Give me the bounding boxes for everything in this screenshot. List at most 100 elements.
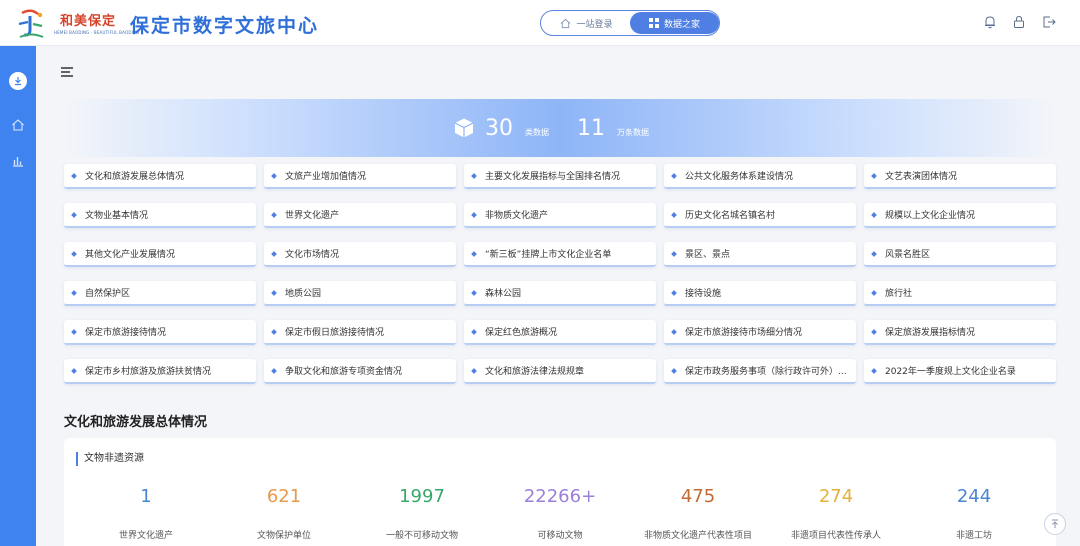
- bell-icon[interactable]: [983, 15, 997, 29]
- category-card[interactable]: 文化和旅游法律法规规章: [464, 359, 656, 384]
- category-card[interactable]: 旅行社: [864, 281, 1056, 306]
- category-card[interactable]: 世界文化遗产: [264, 203, 456, 228]
- metric-item[interactable]: 244 非遗工坊: [904, 486, 1044, 541]
- category-card-label: 风景名胜区: [885, 250, 931, 260]
- category-card-label: 保定红色旅游概况: [485, 328, 558, 338]
- metric-item[interactable]: 621 文物保护单位: [214, 486, 354, 541]
- logout-icon[interactable]: [1042, 15, 1056, 29]
- category-card-label: 文化和旅游法律法规规章: [485, 367, 585, 377]
- diamond-bullet-icon: [871, 328, 877, 335]
- metric-label: 世界文化遗产: [118, 531, 173, 541]
- category-card[interactable]: 保定市旅游接待情况: [64, 320, 256, 345]
- category-card[interactable]: 历史文化名城名镇名村: [664, 203, 856, 228]
- diamond-bullet-icon: [871, 289, 877, 296]
- arrow-up-icon: [1052, 519, 1058, 528]
- metric-value: 1: [140, 486, 152, 507]
- sidebar-chart-icon[interactable]: [11, 154, 25, 168]
- category-card-label: 森林公园: [485, 289, 522, 299]
- sidebar-home-icon[interactable]: [11, 118, 25, 132]
- diamond-bullet-icon: [671, 250, 677, 257]
- category-card-label: 文物业基本情况: [85, 211, 149, 221]
- logo-text: 和美保定: [60, 14, 117, 29]
- category-card-label: 文化和旅游发展总体情况: [85, 172, 185, 182]
- category-card-label: 保定市乡村旅游及旅游扶贫情况: [85, 367, 212, 377]
- metric-item[interactable]: 1997 一般不可移动文物: [352, 486, 492, 541]
- category-card[interactable]: 争取文化和旅游专项资金情况: [264, 359, 456, 384]
- category-card[interactable]: 保定市乡村旅游及旅游扶贫情况: [64, 359, 256, 384]
- metric-label: 非物质文化遗产代表性项目: [643, 531, 752, 541]
- category-card[interactable]: 保定市政务服务事项（除行政许可外）...: [664, 359, 856, 384]
- metric-item[interactable]: 22266+ 可移动文物: [490, 486, 630, 541]
- category-card[interactable]: 文化市场情况: [264, 242, 456, 267]
- category-card-label: 保定市旅游接待情况: [85, 328, 167, 338]
- metric-item[interactable]: 274 非遗项目代表性传承人: [766, 486, 906, 541]
- diamond-bullet-icon: [871, 172, 877, 179]
- category-card[interactable]: 自然保护区: [64, 281, 256, 306]
- back-to-top-button[interactable]: [1044, 513, 1066, 535]
- diamond-bullet-icon: [71, 328, 77, 335]
- category-card[interactable]: 保定旅游发展指标情况: [864, 320, 1056, 345]
- category-card-label: 文旅产业增加值情况: [285, 172, 367, 182]
- metric-label: 文物保护单位: [256, 531, 311, 541]
- metric-item[interactable]: 475 非物质文化遗产代表性项目: [628, 486, 768, 541]
- category-card[interactable]: 地质公园: [264, 281, 456, 306]
- app-title: 保定市数字文旅中心: [130, 15, 320, 37]
- category-card[interactable]: 接待设施: [664, 281, 856, 306]
- category-card-label: 地质公园: [285, 289, 322, 299]
- category-card[interactable]: 文化和旅游发展总体情况: [64, 164, 256, 189]
- metric-item[interactable]: 1 世界文化遗产: [76, 486, 216, 541]
- diamond-bullet-icon: [71, 289, 77, 296]
- menu-toggle-icon[interactable]: [60, 66, 74, 78]
- category-count: 30: [485, 115, 513, 141]
- category-card-label: 自然保护区: [85, 289, 131, 299]
- logo[interactable]: 和美保定 HEMEI BAODING · BEAUTIFUL BAODING: [16, 8, 139, 40]
- category-card[interactable]: 文物业基本情况: [64, 203, 256, 228]
- category-card[interactable]: 规模以上文化企业情况: [864, 203, 1056, 228]
- diamond-bullet-icon: [271, 211, 277, 218]
- diamond-bullet-icon: [671, 367, 677, 374]
- category-card[interactable]: 其他文化产业发展情况: [64, 242, 256, 267]
- diamond-bullet-icon: [271, 328, 277, 335]
- diamond-bullet-icon: [671, 172, 677, 179]
- diamond-bullet-icon: [871, 367, 877, 374]
- diamond-bullet-icon: [871, 211, 877, 218]
- metric-value: 621: [266, 486, 302, 507]
- data-home-button[interactable]: 数据之家: [630, 12, 719, 34]
- cube-icon: [454, 118, 474, 138]
- category-card[interactable]: 景区、景点: [664, 242, 856, 267]
- metric-value: 1997: [399, 486, 445, 507]
- diamond-bullet-icon: [671, 328, 677, 335]
- category-card[interactable]: 主要文化发展指标与全国排名情况: [464, 164, 656, 189]
- category-card-label: 非物质文化遗产: [485, 211, 549, 221]
- one-stop-login-button[interactable]: 一站登录: [542, 12, 631, 34]
- category-card[interactable]: 公共文化服务体系建设情况: [664, 164, 856, 189]
- lock-icon[interactable]: [1012, 15, 1026, 29]
- category-card[interactable]: 2022年一季度规上文化企业名录: [864, 359, 1056, 384]
- data-home-label: 数据之家: [663, 19, 700, 30]
- category-card-label: 争取文化和旅游专项资金情况: [285, 367, 403, 377]
- category-card[interactable]: 风景名胜区: [864, 242, 1056, 267]
- category-card-label: 历史文化名城名镇名村: [685, 211, 776, 221]
- category-card[interactable]: 保定市旅游接待市场细分情况: [664, 320, 856, 345]
- category-card[interactable]: 文旅产业增加值情况: [264, 164, 456, 189]
- category-card[interactable]: 非物质文化遗产: [464, 203, 656, 228]
- logo-subtext: HEMEI BAODING · BEAUTIFUL BAODING: [54, 30, 140, 35]
- category-card-label: “新三板”挂牌上市文化企业名单: [485, 250, 612, 260]
- category-card[interactable]: 保定市假日旅游接待情况: [264, 320, 456, 345]
- category-card-label: 其他文化产业发展情况: [85, 250, 176, 260]
- diamond-bullet-icon: [871, 250, 877, 257]
- heritage-panel: 文物非遗资源 1 世界文化遗产 621 文物保护单位 1997 一般不可移动文物 22266…: [64, 438, 1056, 546]
- category-card-label: 规模以上文化企业情况: [885, 211, 976, 221]
- category-card[interactable]: 文艺表演团体情况: [864, 164, 1056, 189]
- home-icon: [561, 18, 571, 28]
- category-card-label: 保定市政务服务事项（除行政许可外）...: [685, 367, 847, 377]
- category-grid: 文化和旅游发展总体情况 文旅产业增加值情况 主要文化发展指标与全国排名情况 公共文化服…: [64, 164, 1056, 384]
- category-card[interactable]: 保定红色旅游概况: [464, 320, 656, 345]
- category-card-label: 2022年一季度规上文化企业名录: [885, 367, 1016, 377]
- category-card-label: 接待设施: [685, 289, 722, 299]
- category-card[interactable]: “新三板”挂牌上市文化企业名单: [464, 242, 656, 267]
- avatar[interactable]: [9, 72, 27, 90]
- category-card[interactable]: 森林公园: [464, 281, 656, 306]
- one-stop-login-label: 一站登录: [576, 19, 613, 30]
- category-card-label: 主要文化发展指标与全国排名情况: [485, 172, 621, 182]
